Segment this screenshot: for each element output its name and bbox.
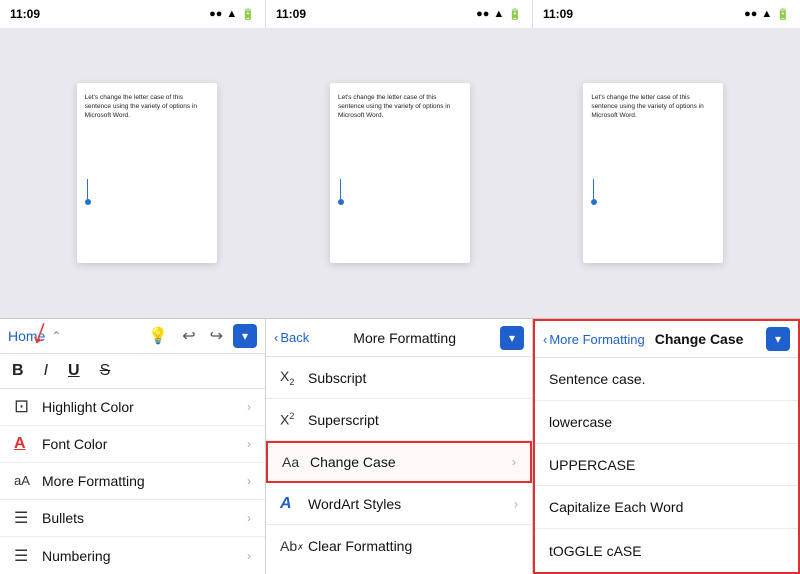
sentence-case-item[interactable]: Sentence case. <box>535 358 798 401</box>
cursor-line-1 <box>87 179 88 199</box>
superscript-label: Superscript <box>308 412 518 428</box>
underline-button[interactable]: U <box>68 362 80 380</box>
font-color-label: Font Color <box>42 436 247 452</box>
status-bar-3: 11:09 ●● ▲ 🔋 <box>533 0 800 28</box>
status-bar-1: 11:09 ●● ▲ 🔋 <box>0 0 266 28</box>
numbering-label: Numbering <box>42 548 247 564</box>
change-case-title: Change Case <box>655 331 744 347</box>
toggle-case-label: tOGGLE cASE <box>549 543 642 559</box>
back-button[interactable]: ‹ Back <box>274 330 309 345</box>
doc-text-3: Let's change the letter case of this sen… <box>591 93 715 120</box>
more-formatting-chevron-icon: › <box>247 474 251 488</box>
cursor-line-2 <box>340 179 341 199</box>
uppercase-label: UPPERCASE <box>549 457 635 473</box>
strikethrough-button[interactable]: S <box>100 362 111 380</box>
cursor-handle-3 <box>591 199 597 205</box>
redo-icon[interactable]: ↪ <box>206 324 227 348</box>
change-case-icon: Aa <box>282 454 310 470</box>
numbering-item[interactable]: ☰ Numbering › <box>0 537 265 574</box>
change-case-toolbar: ‹ More Formatting Change Case ▾ <box>535 321 798 358</box>
highlight-chevron-icon: › <box>247 400 251 414</box>
numbering-icon: ☰ <box>14 546 42 566</box>
more-formatting-dropdown-button[interactable]: ▾ <box>500 326 524 350</box>
capitalize-each-word-item[interactable]: Capitalize Each Word <box>535 486 798 529</box>
doc-text-2: Let's change the letter case of this sen… <box>338 93 462 120</box>
change-case-back-chevron-icon: ‹ <box>543 332 547 347</box>
wordart-icon: A <box>280 495 308 513</box>
cursor-line-3 <box>593 179 594 199</box>
capitalize-each-word-label: Capitalize Each Word <box>549 499 683 515</box>
doc-page-1: Let's change the letter case of this sen… <box>77 83 217 263</box>
change-case-chevron-icon: › <box>512 455 516 469</box>
change-case-back-label: More Formatting <box>549 332 644 347</box>
change-case-back-button[interactable]: ‹ More Formatting <box>543 332 645 347</box>
lightbulb-icon[interactable]: 💡 <box>144 324 172 348</box>
bullets-label: Bullets <box>42 510 247 526</box>
time-2: 11:09 <box>276 7 306 21</box>
bullets-icon: ☰ <box>14 508 42 528</box>
doc-page-3: Let's change the letter case of this sen… <box>583 83 723 263</box>
subscript-item[interactable]: X2 Subscript <box>266 357 532 399</box>
subscript-icon: X2 <box>280 368 308 387</box>
status-icons-1: ●● ▲ 🔋 <box>209 8 255 21</box>
highlight-color-item[interactable]: ⊡ Highlight Color › <box>0 389 265 426</box>
dropdown-button[interactable]: ▾ <box>233 324 257 348</box>
document-area: Let's change the letter case of this sen… <box>0 28 800 318</box>
wordart-label: WordArt Styles <box>308 496 514 512</box>
undo-icon[interactable]: ↩ <box>178 324 199 348</box>
superscript-item[interactable]: X2 Superscript <box>266 399 532 441</box>
home-chevron-icon: ⌃ <box>51 329 61 343</box>
time-3: 11:09 <box>543 7 573 21</box>
more-formatting-item[interactable]: aA More Formatting › <box>0 463 265 500</box>
sentence-case-label: Sentence case. <box>549 371 646 387</box>
back-chevron-icon: ‹ <box>274 330 278 345</box>
format-buttons-row: B I U S <box>0 354 265 389</box>
italic-button[interactable]: I <box>44 362 48 380</box>
doc-text-1: Let's change the letter case of this sen… <box>85 93 209 120</box>
more-formatting-toolbar: ‹ Back More Formatting ▾ <box>266 319 532 357</box>
status-icons-2: ●● ▲ 🔋 <box>476 8 522 21</box>
back-label: Back <box>280 330 309 345</box>
doc-page-2: Let's change the letter case of this sen… <box>330 83 470 263</box>
highlight-icon: ⊡ <box>14 396 42 417</box>
change-case-label: Change Case <box>310 454 512 470</box>
bullets-chevron-icon: › <box>247 511 251 525</box>
cursor-handle-1 <box>85 199 91 205</box>
more-formatting-icon: aA <box>14 473 42 488</box>
wordart-item[interactable]: A WordArt Styles › <box>266 483 532 525</box>
wordart-chevron-icon: › <box>514 497 518 511</box>
font-color-chevron-icon: › <box>247 437 251 451</box>
panels-container: Home ⌃ 💡 ↩ ↪ ▾ B I U S ⊡ Highlight Color… <box>0 318 800 574</box>
clear-formatting-label: Clear Formatting <box>308 538 518 554</box>
panel-change-case: ‹ More Formatting Change Case ▾ Sentence… <box>533 319 800 574</box>
highlight-label: Highlight Color <box>42 399 247 415</box>
panel-home: Home ⌃ 💡 ↩ ↪ ▾ B I U S ⊡ Highlight Color… <box>0 319 266 574</box>
change-case-item[interactable]: Aa Change Case › <box>266 441 532 483</box>
bold-button[interactable]: B <box>12 362 24 380</box>
superscript-icon: X2 <box>280 411 308 428</box>
more-formatting-label: More Formatting <box>42 473 247 489</box>
lowercase-item[interactable]: lowercase <box>535 401 798 444</box>
subscript-label: Subscript <box>308 370 518 386</box>
clear-formatting-icon: Ab✗ <box>280 538 308 554</box>
bullets-item[interactable]: ☰ Bullets › <box>0 500 265 537</box>
toggle-case-item[interactable]: tOGGLE cASE <box>535 529 798 572</box>
cursor-handle-2 <box>338 199 344 205</box>
font-color-item[interactable]: A Font Color › <box>0 426 265 463</box>
time-1: 11:09 <box>10 7 40 21</box>
change-case-dropdown-button[interactable]: ▾ <box>766 327 790 351</box>
uppercase-item[interactable]: UPPERCASE <box>535 444 798 487</box>
panel-more-formatting: ‹ Back More Formatting ▾ X2 Subscript X2… <box>266 319 533 574</box>
clear-formatting-item[interactable]: Ab✗ Clear Formatting <box>266 525 532 567</box>
lowercase-label: lowercase <box>549 414 612 430</box>
status-icons-3: ●● ▲ 🔋 <box>744 8 790 21</box>
status-bar-2: 11:09 ●● ▲ 🔋 <box>266 0 533 28</box>
more-formatting-title: More Formatting <box>353 330 456 346</box>
numbering-chevron-icon: › <box>247 549 251 563</box>
font-color-icon: A <box>14 435 42 453</box>
